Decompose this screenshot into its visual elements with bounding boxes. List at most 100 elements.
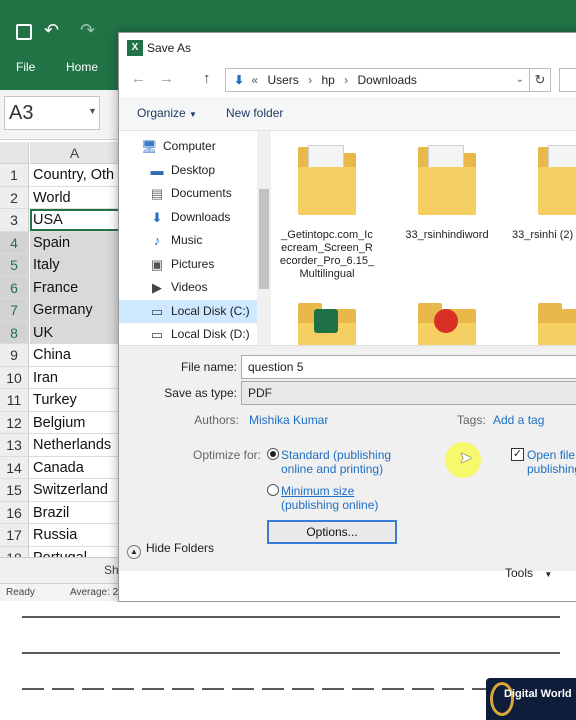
sheet-tab[interactable]: Sh [104,563,119,577]
sidebar-item[interactable]: 🖥 Computer [119,135,257,158]
optimize-minimum-radio[interactable] [267,484,279,496]
sidebar-item[interactable]: ▤ Documents [119,182,257,205]
breadcrumb-hp[interactable]: hp [321,73,334,87]
table-row[interactable]: 11 Turkey [0,389,120,412]
row-number[interactable]: 8 [0,321,29,343]
scrollbar-thumb[interactable] [259,189,269,289]
table-row[interactable]: 14 Canada [0,456,120,479]
row-number[interactable]: 13 [0,434,29,456]
row-number[interactable]: 9 [0,344,29,366]
row-number[interactable]: 2 [0,186,29,208]
table-row[interactable]: 4 Spain [0,231,120,254]
cell[interactable]: Russia [30,524,120,546]
sidebar-item[interactable]: ▣ Pictures [119,253,257,276]
new-folder-button[interactable]: New folder [226,106,283,120]
table-row[interactable]: 16 Brazil [0,501,120,524]
address-bar[interactable]: ⬇ « Users › hp › Downloads ⌄ [225,68,531,92]
table-row[interactable]: 10 Iran [0,366,120,389]
row-number[interactable]: 1 [0,164,29,186]
row-number[interactable]: 14 [0,456,29,478]
open-file-line2[interactable]: publishing [527,462,576,476]
redo-icon[interactable]: ↷ [80,20,95,41]
row-number[interactable]: 17 [0,524,29,546]
optimize-minimum-line1[interactable]: Minimum size [281,484,354,498]
table-row[interactable]: 17 Russia [0,524,120,547]
cell[interactable]: USA [30,209,120,231]
row-number[interactable]: 4 [0,231,29,253]
table-row[interactable]: 12 Belgium [0,411,120,434]
search-input[interactable] [559,68,576,92]
cell[interactable]: UK [30,321,120,343]
overflow-chevron-icon[interactable]: « [251,73,258,87]
row-number[interactable]: 10 [0,366,29,388]
file-item[interactable] [392,301,502,345]
cell[interactable]: Brazil [30,502,120,524]
file-item[interactable] [272,301,382,345]
optimize-minimum-line2[interactable]: (publishing online) [281,498,378,512]
undo-icon[interactable]: ↶ [44,20,59,41]
table-row[interactable]: 8 UK [0,321,120,344]
breadcrumb-downloads[interactable]: Downloads [358,73,417,87]
table-row[interactable]: 6 France [0,276,120,299]
tools-button[interactable]: Tools ▼ [505,566,552,580]
table-row[interactable]: 9 China [0,344,120,367]
table-row[interactable]: 1 Country, Oth [0,164,120,187]
navigation-scrollbar[interactable] [257,131,271,345]
row-number[interactable]: 7 [0,299,29,321]
cell[interactable]: Spain [30,231,120,253]
table-row[interactable]: 15 Switzerland [0,479,120,502]
cell[interactable]: Germany [30,299,120,321]
optimize-standard-line2[interactable]: online and printing) [281,462,383,476]
row-number[interactable]: 5 [0,254,29,276]
cell[interactable]: Switzerland [30,479,120,501]
ribbon-tab-file[interactable]: File [16,60,35,74]
organize-button[interactable]: Organize ▼ [137,106,197,120]
cell[interactable]: France [30,276,120,298]
cell[interactable]: Belgium [30,412,120,434]
file-item[interactable] [512,301,576,345]
open-file-checkbox[interactable]: ✓ [511,448,524,461]
file-item[interactable]: 33_rsinhi (2) [512,145,576,242]
ribbon-tab-home[interactable]: Home [66,60,98,74]
hide-folders-button[interactable]: ▲ Hide Folders [127,541,214,559]
optimize-standard-line1[interactable]: Standard (publishing [281,448,391,462]
column-header-a[interactable]: A [30,142,120,164]
sidebar-item[interactable]: ▭ Local Disk (C:) [119,299,257,323]
options-button[interactable]: Options... [267,520,397,544]
sidebar-item[interactable]: ♪ Music [119,229,257,252]
cell[interactable]: Iran [30,367,120,389]
row-number[interactable]: 16 [0,501,29,523]
cell[interactable]: World [30,187,120,209]
file-item[interactable]: _Getintopc.com_Icecream_Screen_Recorder_… [272,145,382,281]
sidebar-item[interactable]: ⬇ Downloads [119,206,257,229]
row-number[interactable]: 11 [0,389,29,411]
back-arrow-icon[interactable]: ← [131,70,146,87]
up-arrow-icon[interactable]: ↑ [203,70,211,87]
cell[interactable]: Italy [30,254,120,276]
table-row[interactable]: 13 Netherlands [0,434,120,457]
file-item[interactable]: 33_rsinhindiword [392,145,502,242]
sidebar-item[interactable]: ▬ Desktop [119,159,257,182]
save-icon[interactable] [16,24,32,40]
refresh-icon[interactable]: ↻ [529,68,551,92]
optimize-standard-radio[interactable] [267,448,279,460]
chevron-down-icon[interactable]: ▼ [88,106,97,116]
table-row[interactable]: 7 Germany [0,299,120,322]
row-number[interactable]: 6 [0,276,29,298]
cell[interactable]: Netherlands [30,434,120,456]
table-row[interactable]: 2 World [0,186,120,209]
sidebar-item[interactable]: ▭ Local Disk (D:) [119,323,257,346]
authors-value[interactable]: Mishika Kumar [249,413,328,427]
file-name-input[interactable]: question 5 [241,355,576,379]
forward-arrow-icon[interactable]: → [159,70,174,87]
cell[interactable]: Country, Oth [30,164,120,186]
cell[interactable]: Turkey [30,389,120,411]
row-number[interactable]: 15 [0,479,29,501]
name-box[interactable]: A3 [4,96,100,130]
row-number[interactable]: 3 [0,209,29,231]
open-file-line1[interactable]: Open file [527,448,575,462]
row-number[interactable]: 12 [0,411,29,433]
cell[interactable]: Canada [30,457,120,479]
table-row[interactable]: 5 Italy [0,254,120,277]
add-tag-link[interactable]: Add a tag [493,413,544,427]
